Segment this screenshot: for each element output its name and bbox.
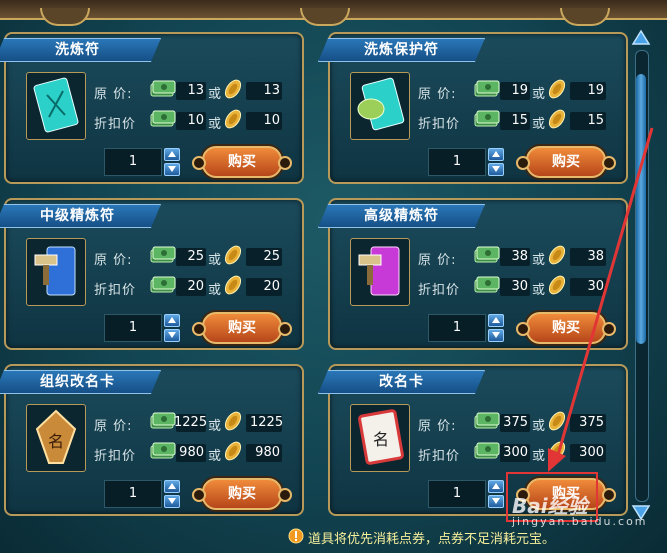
- watermark: Bai经验 jingyan.baidu.com: [512, 490, 648, 528]
- watermark-sub: jingyan.baidu.com: [512, 515, 648, 528]
- arrow-annotation: [548, 127, 654, 472]
